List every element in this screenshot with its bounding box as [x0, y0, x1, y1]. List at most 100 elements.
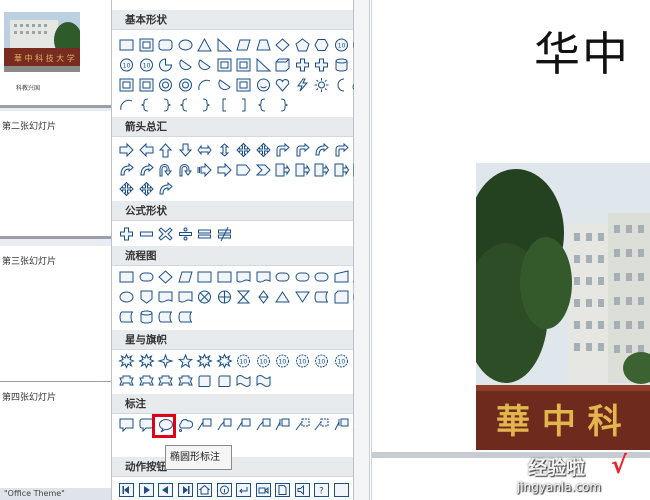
- shape-stor[interactable]: [312, 288, 332, 306]
- shape-bHome[interactable]: [195, 481, 215, 499]
- shape-doc[interactable]: [254, 268, 274, 286]
- shape-sqL[interactable]: [215, 96, 235, 114]
- shape-callA[interactable]: [332, 161, 352, 179]
- shape-aLR[interactable]: [195, 141, 215, 159]
- shape-aBent[interactable]: [273, 141, 293, 159]
- shape-can[interactable]: [137, 308, 157, 326]
- shape-moon[interactable]: [332, 76, 352, 94]
- shape-seal[interactable]: 10: [254, 352, 274, 370]
- shape-bMovie[interactable]: [254, 481, 274, 499]
- shape-bStart[interactable]: [117, 481, 137, 499]
- shape-cRect[interactable]: [117, 416, 137, 434]
- shape-bFwd[interactable]: [137, 481, 157, 499]
- shape-para[interactable]: [234, 36, 254, 54]
- shape-a4[interactable]: [254, 141, 274, 159]
- shape-circ[interactable]: [156, 76, 176, 94]
- shape-rtri[interactable]: [254, 56, 274, 74]
- shape-star4[interactable]: [156, 352, 176, 370]
- shape-collate[interactable]: [234, 288, 254, 306]
- shape-ribbon[interactable]: [176, 372, 196, 390]
- shape-merge[interactable]: [293, 288, 313, 306]
- shape-term[interactable]: [312, 268, 332, 286]
- shape-cBorder[interactable]: [312, 416, 332, 434]
- shape-rtri[interactable]: [215, 36, 235, 54]
- shape-circ[interactable]: [176, 76, 196, 94]
- shape-numA[interactable]: 10: [117, 56, 137, 74]
- campus-photo[interactable]: 華 中 科: [476, 163, 650, 450]
- shape-bSound[interactable]: [293, 481, 313, 499]
- shape-term[interactable]: [273, 268, 293, 286]
- shape-frame[interactable]: [215, 56, 235, 74]
- shape-callA[interactable]: [293, 161, 313, 179]
- shape-arcL[interactable]: [117, 96, 137, 114]
- shape-heart[interactable]: [273, 76, 293, 94]
- shape-plus[interactable]: [312, 56, 332, 74]
- shape-doc[interactable]: [234, 268, 254, 286]
- shape-numA[interactable]: 10: [137, 56, 157, 74]
- shape-seal[interactable]: 10: [332, 352, 352, 370]
- shape-seal[interactable]: 10: [273, 352, 293, 370]
- slide-thumbnail-1[interactable]: 華 中 科 技 大 学 科教兴国: [0, 0, 111, 108]
- shape-scroll[interactable]: [195, 372, 215, 390]
- shape-brR[interactable]: [195, 96, 215, 114]
- shape-callA[interactable]: [312, 161, 332, 179]
- shape-frame[interactable]: [234, 76, 254, 94]
- shape-seal[interactable]: 10: [312, 352, 332, 370]
- shape-bInfo[interactable]: [215, 481, 235, 499]
- shape-bHelp[interactable]: ?: [312, 481, 332, 499]
- shape-ribbon[interactable]: [156, 372, 176, 390]
- slide-thumbnail-4[interactable]: 第四张幻灯片: [0, 382, 111, 492]
- shape-extract[interactable]: [273, 288, 293, 306]
- shape-uturn[interactable]: [156, 161, 176, 179]
- shape-ribbon[interactable]: [137, 372, 157, 390]
- shape-cLine2[interactable]: [215, 416, 235, 434]
- shape-tri[interactable]: [195, 36, 215, 54]
- slide-thumbnail-2[interactable]: 第二张幻灯片: [0, 111, 111, 239]
- shape-scroll[interactable]: [215, 372, 235, 390]
- shape-aUD[interactable]: [215, 141, 235, 159]
- shape-frame[interactable]: [137, 76, 157, 94]
- slide-canvas[interactable]: 华中 華 中 科: [371, 0, 650, 500]
- shape-plus[interactable]: [293, 56, 313, 74]
- shape-cAccent[interactable]: [273, 416, 293, 434]
- shape-divide[interactable]: [176, 225, 196, 243]
- shape-aCurve[interactable]: [156, 180, 176, 198]
- shape-brL[interactable]: [137, 96, 157, 114]
- shape-aCurve[interactable]: [137, 161, 157, 179]
- shape-aBent[interactable]: [332, 141, 352, 159]
- shape-trap[interactable]: [254, 36, 274, 54]
- shape-orj[interactable]: [215, 288, 235, 306]
- shape-aD[interactable]: [176, 141, 196, 159]
- shape-sqR[interactable]: [234, 96, 254, 114]
- shape-sun[interactable]: [312, 76, 332, 94]
- shape-term[interactable]: [293, 268, 313, 286]
- shape-frame[interactable]: [117, 76, 137, 94]
- gallery-scrollbar[interactable]: [354, 0, 370, 500]
- shape-aR[interactable]: [117, 141, 137, 159]
- shape-minus[interactable]: [137, 225, 157, 243]
- shape-seal[interactable]: 10: [293, 352, 313, 370]
- shape-burst[interactable]: [137, 352, 157, 370]
- shape-a4[interactable]: [234, 141, 254, 159]
- shape-brL[interactable]: [254, 96, 274, 114]
- shape-cLine2[interactable]: [254, 416, 274, 434]
- shape-rect[interactable]: [117, 268, 137, 286]
- shape-sumj[interactable]: [195, 288, 215, 306]
- shape-cLine[interactable]: [234, 416, 254, 434]
- shape-seal[interactable]: 10: [234, 352, 254, 370]
- shape-bDoc[interactable]: [273, 481, 293, 499]
- shape-wave[interactable]: [254, 372, 274, 390]
- shape-stor[interactable]: [117, 308, 137, 326]
- slide-thumbnail-3[interactable]: 第三张幻灯片: [0, 246, 111, 384]
- shape-term[interactable]: [137, 268, 157, 286]
- shape-oval[interactable]: [176, 36, 196, 54]
- shape-bBlank[interactable]: [332, 481, 352, 499]
- shape-callA[interactable]: [273, 161, 293, 179]
- shape-wave[interactable]: [234, 372, 254, 390]
- shape-frame[interactable]: [137, 36, 157, 54]
- slide-thumbnail-pane[interactable]: 華 中 科 技 大 学 科教兴国 第二张幻灯片 第三张幻灯片 第四张幻灯片 "O…: [0, 0, 111, 500]
- slide-title[interactable]: 华中: [534, 18, 630, 84]
- shape-neq[interactable]: [215, 225, 235, 243]
- shape-brL[interactable]: [176, 96, 196, 114]
- shape-stor[interactable]: [156, 308, 176, 326]
